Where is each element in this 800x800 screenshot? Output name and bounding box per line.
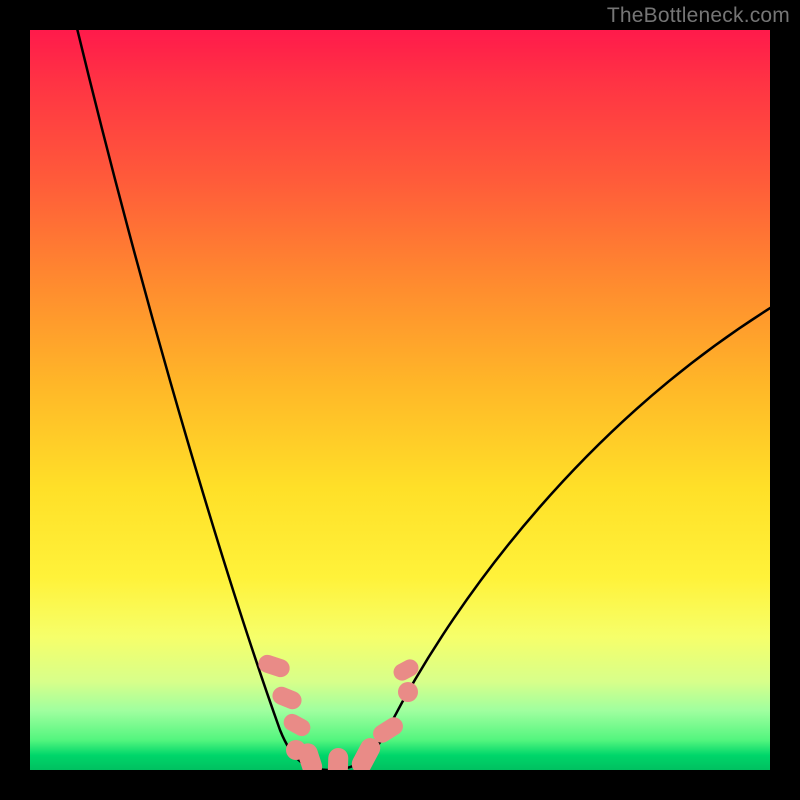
chart-frame [30,30,770,770]
curve-marker-9 [391,656,422,683]
curve-marker-2 [281,711,314,739]
watermark: TheBottleneck.com [607,4,790,28]
chart-svg [30,30,770,770]
curve-marker-8 [398,682,418,702]
curve-marker-5 [327,748,348,770]
curve-right-branch [330,305,770,770]
curve-marker-1 [270,684,305,712]
curve-left-branch [75,30,330,770]
